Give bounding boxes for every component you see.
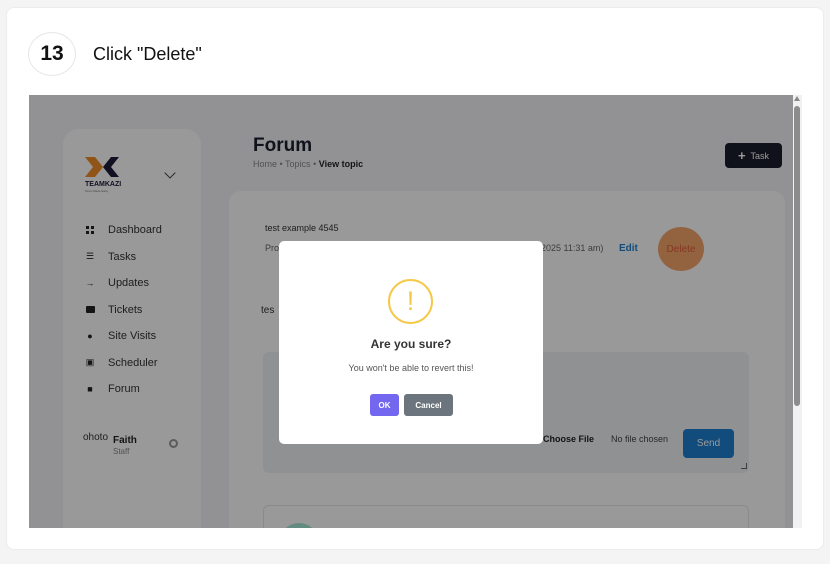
warning-icon: ! — [388, 279, 433, 324]
cancel-button[interactable]: Cancel — [404, 394, 453, 416]
ok-button[interactable]: OK — [370, 394, 399, 416]
scrollbar[interactable] — [793, 95, 802, 528]
step-number-badge: 13 — [29, 33, 75, 75]
step-instruction: Click "Delete" — [93, 44, 202, 64]
dialog-message: You won't be able to revert this! — [348, 363, 474, 373]
dialog-title: Are you sure? — [370, 337, 452, 351]
scroll-up-arrow-icon[interactable] — [794, 96, 800, 101]
confirm-dialog: ! Are you sure? You won't be able to rev… — [279, 241, 543, 444]
app-screenshot: TEAMKAZI Team Made Easy Dashboard ☰ Task… — [29, 95, 802, 528]
scrollbar-thumb[interactable] — [794, 106, 800, 406]
